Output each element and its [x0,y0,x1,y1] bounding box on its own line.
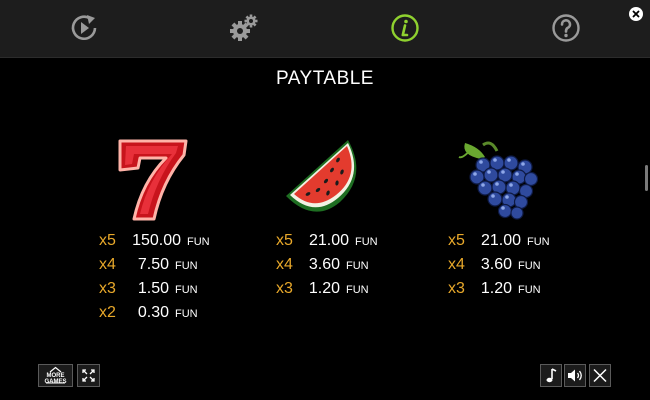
currency-unit: FUN [175,284,198,296]
pay-amount: 3.60 [308,256,340,273]
top-toolbar [0,0,650,58]
help-icon [552,14,580,42]
info-icon [391,14,419,42]
pay-row: x5 21.00 FUN [276,229,378,253]
multiplier: x3 [99,280,116,297]
pay-amount: 21.00 [480,232,521,249]
currency-unit: FUN [355,236,378,248]
currency-unit: FUN [518,284,541,296]
close-button[interactable] [629,7,643,21]
currency-unit: FUN [518,260,541,272]
symbol-watermelon [282,136,366,222]
fullscreen-icon [82,369,95,382]
multiplier: x5 [448,232,465,249]
paytable-watermelon: x5 21.00 FUN x4 3.60 FUN x3 1.20 FUN [276,229,378,301]
paytable-grapes: x5 21.00 FUN x4 3.60 FUN x3 1.20 FUN [448,229,550,301]
pay-amount: 1.50 [137,280,169,297]
help-button[interactable] [550,12,582,44]
pay-amount: 1.20 [480,280,512,297]
page-title: PAYTABLE [276,68,374,89]
pay-amount: 1.20 [308,280,340,297]
multiplier: x4 [276,256,293,273]
pay-row: x3 1.50 FUN [99,277,210,301]
music-toggle-button[interactable] [540,364,562,387]
multiplier: x2 [99,304,116,321]
sound-toggle-button[interactable] [564,364,586,387]
pay-amount: 3.60 [480,256,512,273]
multiplier: x3 [448,280,465,297]
pay-row: x4 3.60 FUN [276,253,378,277]
exit-x-icon [593,368,607,383]
multiplier: x4 [448,256,465,273]
multiplier: x4 [99,256,116,273]
pay-row: x4 3.60 FUN [448,253,550,277]
currency-unit: FUN [175,260,198,272]
seven-icon [118,139,188,221]
pay-row: x3 1.20 FUN [448,277,550,301]
speaker-icon [568,369,582,382]
paytable-seven: x5 150.00 FUN x4 7.50 FUN x3 1.50 FUN x2 0.30 FU… [99,229,210,325]
grapes-icon [458,141,539,220]
multiplier: x5 [276,232,293,249]
fullscreen-button[interactable] [77,364,100,387]
pay-row: x3 1.20 FUN [276,277,378,301]
pay-amount: 150.00 [132,232,181,249]
multiplier: x3 [276,280,293,297]
pay-amount: 0.30 [137,304,169,321]
symbol-grapes [453,137,545,221]
close-icon [632,10,640,18]
multiplier: x5 [99,232,116,249]
music-note-icon [546,368,557,383]
pay-row: x5 150.00 FUN [99,229,210,253]
pay-row: x5 21.00 FUN [448,229,550,253]
currency-unit: FUN [527,236,550,248]
autoplay-icon [71,15,97,41]
more-games-label: MORE GAMES [44,373,67,385]
settings-button[interactable] [228,12,260,44]
watermelon-icon [286,140,357,212]
pay-row: x2 0.30 FUN [99,301,210,325]
scrollbar-thumb[interactable] [645,165,648,191]
more-games-button[interactable]: MORE GAMES [38,364,73,387]
exit-button[interactable] [589,364,611,387]
settings-gears-icon [230,14,258,41]
currency-unit: FUN [346,260,369,272]
symbol-seven [112,138,192,222]
info-button[interactable] [389,12,421,44]
currency-unit: FUN [187,236,210,248]
autoplay-button[interactable] [68,12,100,44]
pay-amount: 21.00 [308,232,349,249]
currency-unit: FUN [346,284,369,296]
currency-unit: FUN [175,308,198,320]
pay-amount: 7.50 [137,256,169,273]
pay-row: x4 7.50 FUN [99,253,210,277]
